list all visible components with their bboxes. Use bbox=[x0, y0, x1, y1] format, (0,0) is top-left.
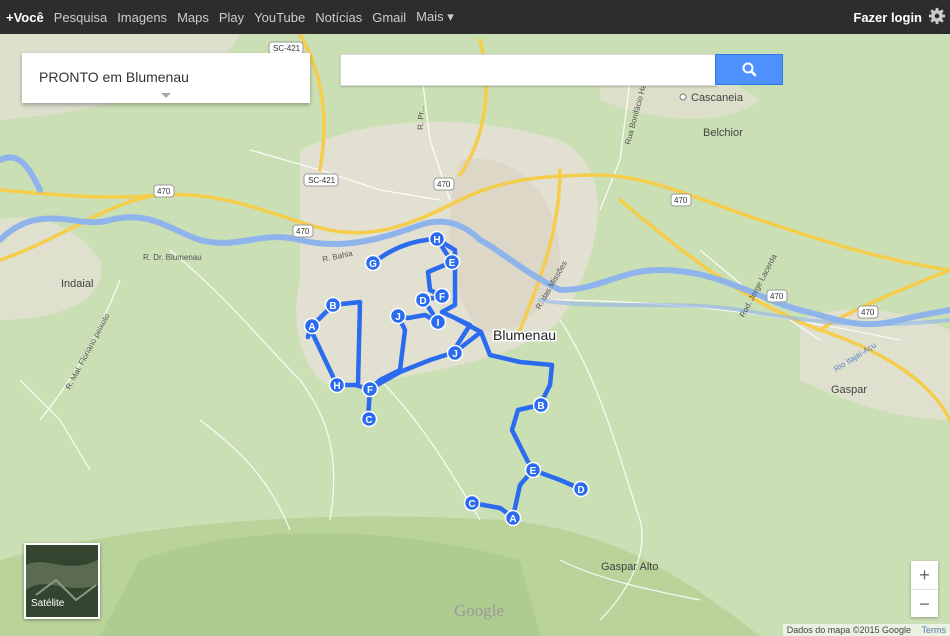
route-west-marker-e[interactable]: E bbox=[443, 253, 461, 271]
place-label-gaspar-alto: Gaspar Alto bbox=[601, 561, 658, 573]
nav-play[interactable]: Play bbox=[219, 10, 244, 25]
place-label-belchior: Belchior bbox=[703, 127, 743, 139]
google-watermark: Google bbox=[454, 601, 505, 620]
nav-imagens[interactable]: Imagens bbox=[117, 10, 167, 25]
nav-gmail[interactable]: Gmail bbox=[372, 10, 406, 25]
zoom-control: + − bbox=[911, 561, 938, 617]
svg-text:E: E bbox=[530, 466, 537, 477]
svg-text:C: C bbox=[365, 415, 372, 426]
route-west-marker-c[interactable]: C bbox=[360, 410, 378, 428]
satellite-label: Satélite bbox=[31, 598, 65, 609]
route-west-marker-h[interactable]: H bbox=[328, 376, 346, 394]
svg-text:E: E bbox=[449, 258, 456, 269]
street-label-pr: R. Pr... bbox=[416, 105, 426, 130]
nav-maps[interactable]: Maps bbox=[177, 10, 209, 25]
top-nav: +Você Pesquisa Imagens Maps Play YouTube… bbox=[6, 0, 454, 34]
road-label-470-4: 470 bbox=[674, 196, 688, 205]
svg-text:A: A bbox=[509, 514, 516, 525]
route-east-marker-d[interactable]: D bbox=[572, 480, 590, 498]
map-title-card[interactable]: PRONTO em Blumenau bbox=[22, 53, 310, 103]
road-label-470-1: 470 bbox=[157, 187, 171, 196]
route-west-marker-a[interactable]: A bbox=[303, 317, 321, 335]
login-link[interactable]: Fazer login bbox=[853, 10, 922, 25]
chevron-down-icon[interactable] bbox=[161, 93, 171, 98]
route-east-marker-e[interactable]: E bbox=[524, 461, 542, 479]
route-east-marker-c[interactable]: C bbox=[463, 494, 481, 512]
svg-text:J: J bbox=[395, 312, 401, 323]
nav-mais[interactable]: Mais ▾ bbox=[416, 9, 454, 25]
place-label-gaspar: Gaspar bbox=[831, 384, 867, 396]
svg-text:F: F bbox=[367, 385, 373, 396]
map-canvas[interactable]: SC-421 SC-421 470 470 470 470 470 470 R.… bbox=[0, 34, 950, 636]
top-bar: +Você Pesquisa Imagens Maps Play YouTube… bbox=[0, 0, 950, 34]
map-attribution: Dados do mapa ©2015 Google Terms bbox=[782, 624, 950, 636]
place-label-blumenau: Blumenau bbox=[493, 327, 556, 343]
road-label-470-3: 470 bbox=[437, 180, 451, 189]
search-input[interactable] bbox=[340, 54, 717, 86]
route-west-marker-i[interactable]: I bbox=[429, 313, 447, 331]
svg-text:H: H bbox=[433, 235, 440, 246]
gear-icon[interactable] bbox=[928, 7, 946, 25]
svg-text:I: I bbox=[437, 318, 440, 329]
route-west-marker-g[interactable]: G bbox=[364, 254, 382, 272]
road-label-470-5: 470 bbox=[770, 292, 784, 301]
road-label-470-6: 470 bbox=[861, 308, 875, 317]
nav-noticias[interactable]: Notícias bbox=[315, 10, 362, 25]
svg-text:H: H bbox=[333, 381, 340, 392]
satellite-toggle[interactable]: Satélite bbox=[24, 543, 100, 619]
road-label-sc421-a: SC-421 bbox=[273, 44, 301, 53]
route-west-marker-d[interactable]: D bbox=[414, 291, 432, 309]
zoom-in-button[interactable]: + bbox=[911, 561, 938, 589]
terms-link[interactable]: Terms bbox=[922, 625, 947, 635]
svg-text:G: G bbox=[369, 259, 377, 270]
svg-text:D: D bbox=[419, 296, 426, 307]
route-west-marker-h2[interactable]: H bbox=[428, 230, 446, 248]
street-label-dr-blumenau: R. Dr. Blumenau bbox=[143, 253, 202, 262]
route-east-marker-a[interactable]: A bbox=[504, 509, 522, 527]
road-label-470-2: 470 bbox=[296, 227, 310, 236]
svg-text:F: F bbox=[439, 292, 445, 303]
svg-text:A: A bbox=[308, 322, 315, 333]
svg-text:J: J bbox=[452, 349, 458, 360]
route-west-marker-f2[interactable]: F bbox=[433, 287, 451, 305]
map-title: PRONTO em Blumenau bbox=[39, 69, 189, 85]
svg-text:D: D bbox=[577, 485, 584, 496]
route-west-marker-b[interactable]: B bbox=[324, 296, 342, 314]
search-icon bbox=[742, 62, 757, 77]
nav-pesquisa[interactable]: Pesquisa bbox=[54, 10, 107, 25]
place-label-indaial: Indaial bbox=[61, 278, 93, 290]
zoom-out-button[interactable]: − bbox=[911, 589, 938, 617]
place-label-cascaneia: Cascaneia bbox=[691, 92, 744, 104]
nav-voce[interactable]: +Você bbox=[6, 10, 44, 25]
svg-text:B: B bbox=[537, 401, 544, 412]
search-button[interactable] bbox=[715, 54, 783, 85]
route-west-marker-j[interactable]: J bbox=[389, 307, 407, 325]
route-east-marker-b[interactable]: B bbox=[532, 396, 550, 414]
svg-text:C: C bbox=[468, 499, 475, 510]
route-west-marker-f[interactable]: F bbox=[361, 380, 379, 398]
svg-text:B: B bbox=[329, 301, 336, 312]
nav-youtube[interactable]: YouTube bbox=[254, 10, 305, 25]
road-label-sc421-b: SC-421 bbox=[308, 176, 336, 185]
map-data-credit: Dados do mapa ©2015 Google bbox=[786, 625, 911, 635]
route-west-marker-j2[interactable]: J bbox=[446, 344, 464, 362]
